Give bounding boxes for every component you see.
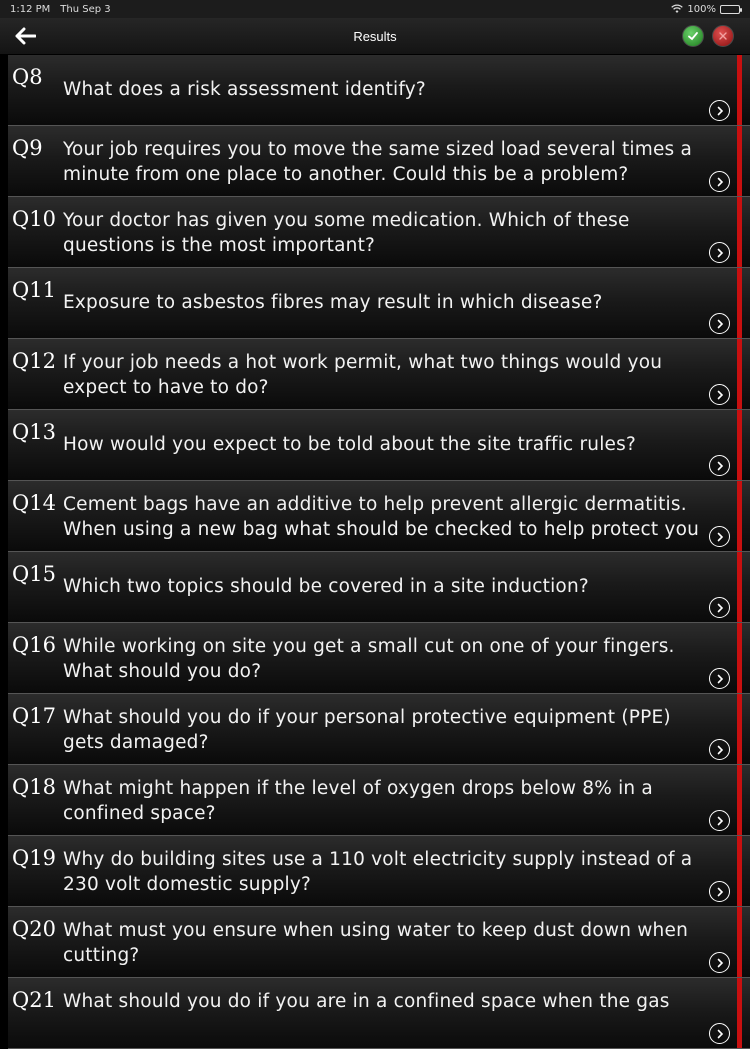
question-number: Q11 (12, 278, 56, 302)
chevron-right-icon[interactable] (709, 455, 730, 476)
wifi-icon (671, 4, 684, 13)
chevron-right-icon[interactable] (709, 952, 730, 973)
incorrect-indicator (737, 907, 742, 977)
question-number: Q9 (12, 136, 43, 160)
chevron-right-icon[interactable] (709, 810, 730, 831)
chevron-right-icon[interactable] (709, 171, 730, 192)
question-text: How would you expect to be told about th… (63, 434, 636, 455)
chevron-right-icon[interactable] (709, 313, 730, 334)
question-number: Q20 (12, 917, 56, 941)
question-number: Q15 (12, 562, 56, 586)
question-text: What should you do if your personal prot… (63, 707, 671, 753)
question-number: Q14 (12, 491, 56, 515)
back-button[interactable] (12, 24, 38, 48)
status-time: 1:12 PM (10, 3, 51, 15)
battery-icon (720, 4, 742, 14)
nav-actions (682, 25, 734, 47)
incorrect-indicator (737, 836, 742, 906)
incorrect-indicator (737, 694, 742, 764)
close-icon (719, 32, 727, 40)
incorrect-indicator (737, 623, 742, 693)
incorrect-indicator (737, 978, 742, 1048)
question-row[interactable]: Q15 Which two topics should be covered in… (8, 552, 750, 623)
chevron-right-icon[interactable] (709, 881, 730, 902)
battery-percent: 100% (687, 3, 716, 15)
incorrect-indicator (737, 268, 742, 338)
nav-bar: Results (0, 18, 750, 54)
question-number: Q21 (12, 988, 56, 1012)
chevron-right-icon[interactable] (709, 526, 730, 547)
question-row[interactable]: Q11 Exposure to asbestos fibres may resul… (8, 268, 750, 339)
question-row[interactable]: Q14 Cement bags have an additive to help … (8, 481, 750, 552)
chevron-right-icon[interactable] (709, 384, 730, 405)
question-row[interactable]: Q10 Your doctor has given you some medica… (8, 197, 750, 268)
question-number: Q12 (12, 349, 56, 373)
status-right: 100% (671, 3, 742, 15)
question-text: What must you ensure when using water to… (63, 920, 688, 966)
question-text: What does a risk assessment identify? (63, 79, 426, 100)
question-row[interactable]: Q21 What should you do if you are in a co… (8, 978, 750, 1049)
incorrect-indicator (737, 410, 742, 480)
incorrect-indicator (737, 126, 742, 196)
question-text: If your job needs a hot work permit, wha… (63, 352, 663, 398)
close-button[interactable] (712, 25, 734, 47)
question-list: Q8 What does a risk assessment identify? Q… (8, 55, 750, 1049)
question-text: Which two topics should be covered in a … (63, 576, 589, 597)
question-text: Your doctor has given you some medicatio… (63, 210, 630, 256)
status-date: Thu Sep 3 (60, 3, 111, 15)
question-row[interactable]: Q12 If your job needs a hot work permit, … (8, 339, 750, 410)
chevron-right-icon[interactable] (709, 597, 730, 618)
chevron-right-icon[interactable] (709, 100, 730, 121)
question-number: Q19 (12, 846, 56, 870)
status-bar: 1:12 PM Thu Sep 3 100% (0, 0, 750, 18)
question-text: What should you do if you are in a confi… (63, 991, 670, 1012)
chevron-right-icon[interactable] (709, 668, 730, 689)
incorrect-indicator (737, 481, 742, 551)
question-number: Q18 (12, 775, 56, 799)
question-row[interactable]: Q13 How would you expect to be told about… (8, 410, 750, 481)
incorrect-indicator (737, 552, 742, 622)
incorrect-indicator (737, 55, 742, 125)
confirm-button[interactable] (682, 25, 704, 47)
question-text: Cement bags have an additive to help pre… (63, 494, 700, 540)
question-text: Exposure to asbestos fibres may result i… (63, 292, 603, 313)
back-arrow-icon (15, 27, 36, 45)
question-text: Why do building sites use a 110 volt ele… (63, 849, 693, 895)
question-row[interactable]: Q16 While working on site you get a small… (8, 623, 750, 694)
question-row[interactable]: Q9 Your job requires you to move the same… (8, 126, 750, 197)
question-row[interactable]: Q17 What should you do if your personal p… (8, 694, 750, 765)
question-text: What might happen if the level of oxygen… (63, 778, 653, 824)
question-row[interactable]: Q20 What must you ensure when using water… (8, 907, 750, 978)
chevron-right-icon[interactable] (709, 739, 730, 760)
incorrect-indicator (737, 197, 742, 267)
page-title: Results (353, 28, 397, 44)
question-number: Q13 (12, 420, 56, 444)
question-number: Q8 (12, 65, 43, 89)
question-row[interactable]: Q18 What might happen if the level of oxy… (8, 765, 750, 836)
question-number: Q10 (12, 207, 56, 231)
question-row[interactable]: Q19 Why do building sites use a 110 volt … (8, 836, 750, 907)
chevron-right-icon[interactable] (709, 1023, 730, 1044)
incorrect-indicator (737, 339, 742, 409)
question-text: Your job requires you to move the same s… (63, 139, 693, 185)
incorrect-indicator (737, 765, 742, 835)
check-icon (688, 32, 698, 41)
question-number: Q16 (12, 633, 56, 657)
question-row[interactable]: Q8 What does a risk assessment identify? (8, 55, 750, 126)
question-number: Q17 (12, 704, 56, 728)
question-text: While working on site you get a small cu… (63, 636, 675, 682)
chevron-right-icon[interactable] (709, 242, 730, 263)
